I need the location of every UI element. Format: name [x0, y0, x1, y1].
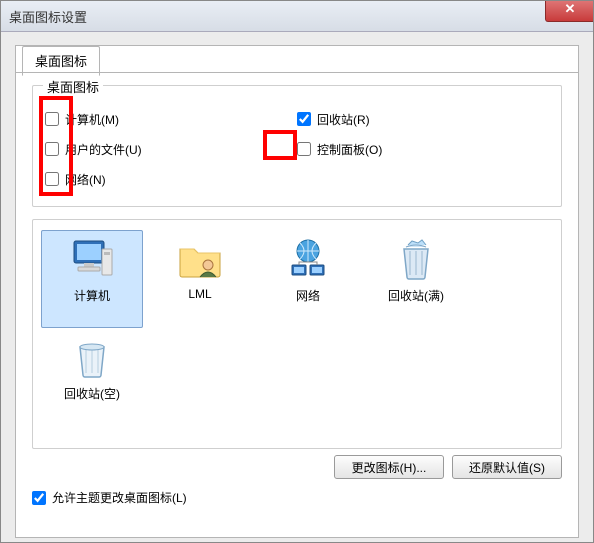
icon-item-recyclebin-empty[interactable]: 回收站(空): [41, 328, 143, 426]
window-title: 桌面图标设置: [9, 7, 87, 26]
check-controlpanel-label: 控制面板(O): [317, 141, 382, 158]
check-controlpanel-box[interactable]: [297, 142, 311, 156]
check-network-label: 网络(N): [65, 171, 106, 188]
check-userfiles-label: 用户的文件(U): [65, 141, 142, 158]
check-computer[interactable]: 计算机(M): [45, 104, 297, 134]
icon-item-recyclebin-empty-label: 回收站(空): [42, 385, 142, 402]
icon-item-recyclebin-full[interactable]: 回收站(满): [365, 230, 467, 328]
check-controlpanel[interactable]: 控制面板(O): [297, 134, 549, 164]
window: 桌面图标设置 ✕ 桌面图标 桌面图标 计算机(M): [0, 0, 594, 543]
group-legend: 桌面图标: [43, 77, 103, 96]
icon-item-computer[interactable]: 计算机: [41, 230, 143, 328]
check-recyclebin-label: 回收站(R): [317, 111, 370, 128]
check-recyclebin-box[interactable]: [297, 112, 311, 126]
check-userfiles[interactable]: 用户的文件(U): [45, 134, 297, 164]
group-desktop-icons: 桌面图标 计算机(M) 用户的文件(U): [32, 85, 562, 207]
restore-default-button[interactable]: 还原默认值(S): [452, 455, 562, 479]
button-row: 更改图标(H)... 还原默认值(S): [32, 455, 562, 479]
recyclebin-empty-icon: [68, 333, 116, 381]
icon-item-recyclebin-full-label: 回收站(满): [366, 287, 466, 304]
icon-item-network[interactable]: 网络: [257, 230, 359, 328]
icon-item-network-label: 网络: [258, 287, 358, 304]
computer-icon: [68, 235, 116, 283]
check-userfiles-box[interactable]: [45, 142, 59, 156]
close-icon: ✕: [565, 1, 576, 16]
recyclebin-full-icon: [392, 235, 440, 283]
icon-item-userfolder[interactable]: LML: [149, 230, 251, 328]
check-network[interactable]: 网络(N): [45, 164, 297, 194]
close-button[interactable]: ✕: [545, 0, 594, 22]
check-allow-theme[interactable]: 允许主题更改桌面图标(L): [32, 489, 562, 506]
check-computer-label: 计算机(M): [65, 111, 119, 128]
tabstrip: 桌面图标: [22, 45, 100, 75]
check-recyclebin[interactable]: 回收站(R): [297, 104, 549, 134]
tab-label: 桌面图标: [35, 54, 87, 69]
client-area: 桌面图标 桌面图标 计算机(M) 用户的: [15, 45, 579, 538]
check-allow-theme-box[interactable]: [32, 491, 46, 505]
tabpage: 桌面图标 计算机(M) 用户的文件(U): [16, 72, 578, 537]
check-computer-box[interactable]: [45, 112, 59, 126]
icon-list: 计算机 LML: [41, 230, 553, 426]
icon-item-computer-label: 计算机: [42, 287, 142, 304]
change-icon-button[interactable]: 更改图标(H)...: [334, 455, 444, 479]
icon-preview-box: 计算机 LML: [32, 219, 562, 449]
check-allow-theme-label: 允许主题更改桌面图标(L): [52, 489, 187, 506]
network-icon: [284, 235, 332, 283]
titlebar: 桌面图标设置 ✕: [1, 1, 593, 32]
icon-item-userfolder-label: LML: [150, 287, 250, 301]
check-network-box[interactable]: [45, 172, 59, 186]
folder-user-icon: [176, 235, 224, 283]
